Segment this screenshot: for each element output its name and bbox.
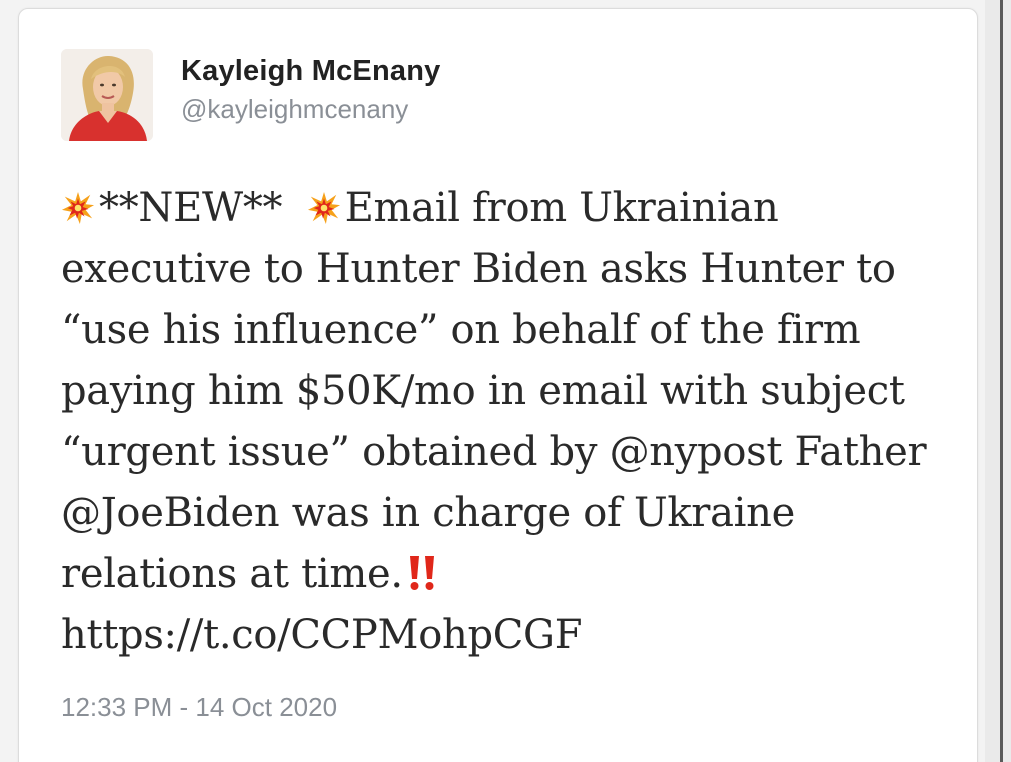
tweet-line-1: **NEW** Email from Ukrainian [61,178,961,239]
author-identity: Kayleigh McEnany @kayleighmcenany [181,53,440,125]
tweet-line-2: executive to Hunter Biden asks Hunter to [61,246,896,292]
avatar[interactable] [61,49,153,141]
tweet-timestamp[interactable]: 12:33 PM - 14 Oct 2020 [61,692,337,723]
tweet-line-4: paying him $50K/mo in email with subject [61,368,905,414]
tweet-line-7: relations at time. [61,544,961,605]
scrollbar-track[interactable] [985,0,1011,762]
tweet-text-segment: relations at time. [61,551,403,597]
author-handle[interactable]: @kayleighmcenany [181,93,440,125]
screenshot-canvas: Kayleigh McEnany @kayleighmcenany **NEW*… [0,0,1011,762]
tweet-card[interactable]: Kayleigh McEnany @kayleighmcenany **NEW*… [18,8,978,762]
tweet-header: Kayleigh McEnany @kayleighmcenany [61,49,440,149]
tweet-text-segment: Email from Ukrainian [344,185,779,231]
tweet-link[interactable]: https://t.co/CCPMohpCGF [61,605,961,666]
tweet-line-3: “use his influence” on behalf of the fir… [61,307,861,353]
tweet-line-6: @JoeBiden was in charge of Ukraine [61,490,795,536]
profile-photo-icon [61,49,153,141]
tweet-line-5: “urgent issue” obtained by @nypost Fathe… [61,429,927,475]
collision-icon [307,191,340,225]
scrollbar-line[interactable] [1000,0,1003,762]
author-display-name[interactable]: Kayleigh McEnany [181,53,440,89]
double-exclamation-icon [409,556,434,590]
tweet-new-tag: **NEW** [99,185,283,231]
collision-icon [61,191,95,225]
tweet-body: **NEW** Email from Ukrainian executive t… [61,178,961,666]
